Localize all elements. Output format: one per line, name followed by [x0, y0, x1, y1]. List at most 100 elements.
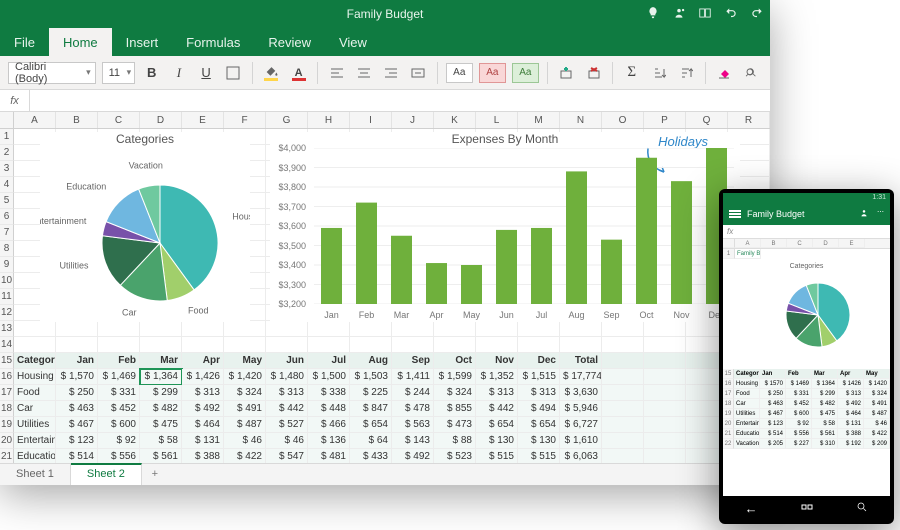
formula-bar[interactable]: fx [0, 90, 770, 112]
cell[interactable] [392, 337, 434, 353]
cell[interactable] [14, 289, 56, 305]
cell[interactable]: $ 466 [308, 417, 350, 433]
cell[interactable] [434, 177, 476, 193]
cell[interactable] [14, 129, 56, 145]
cell[interactable] [140, 289, 182, 305]
cell[interactable]: Dec [518, 353, 560, 369]
cell[interactable] [602, 337, 644, 353]
cell[interactable] [518, 305, 560, 321]
cell[interactable] [98, 177, 140, 193]
cell[interactable]: Jul [308, 353, 350, 369]
cell[interactable]: Food [14, 385, 56, 401]
cell[interactable] [98, 305, 140, 321]
cell[interactable] [266, 273, 308, 289]
cell[interactable] [392, 145, 434, 161]
cell[interactable] [644, 193, 686, 209]
cell[interactable] [224, 145, 266, 161]
cell[interactable] [224, 177, 266, 193]
cell[interactable] [434, 257, 476, 273]
cell[interactable]: Family Budget [56, 129, 98, 145]
cell[interactable] [56, 177, 98, 193]
cell[interactable] [140, 321, 182, 337]
cell[interactable] [224, 209, 266, 225]
cell[interactable]: $ 1,599 [434, 369, 476, 385]
cell[interactable] [686, 145, 728, 161]
tell-me-icon[interactable] [646, 6, 660, 23]
cell[interactable] [14, 337, 56, 353]
delete-cells-button[interactable] [583, 62, 604, 84]
undo-icon[interactable] [724, 6, 738, 23]
column-header[interactable]: E [182, 112, 224, 128]
row-header[interactable]: 8 [0, 241, 14, 257]
cell[interactable] [182, 129, 224, 145]
cell[interactable] [560, 129, 602, 145]
cell[interactable]: $ 473 [434, 417, 476, 433]
row-header[interactable]: 3 [0, 161, 14, 177]
cell[interactable]: $ 654 [350, 417, 392, 433]
cell[interactable] [602, 161, 644, 177]
cell[interactable] [266, 241, 308, 257]
cell[interactable] [224, 129, 266, 145]
autosum-button[interactable]: Σ [621, 62, 642, 84]
cell[interactable] [182, 161, 224, 177]
cell[interactable] [602, 289, 644, 305]
cell[interactable] [644, 385, 686, 401]
cell[interactable] [518, 209, 560, 225]
cell[interactable] [476, 273, 518, 289]
cell[interactable] [56, 209, 98, 225]
column-header[interactable]: D [140, 112, 182, 128]
cell[interactable] [14, 193, 56, 209]
row-header[interactable]: 18 [0, 401, 14, 417]
column-header[interactable]: F [224, 112, 266, 128]
cell[interactable] [644, 449, 686, 463]
cell[interactable] [644, 129, 686, 145]
cell[interactable] [56, 241, 98, 257]
cell[interactable] [476, 209, 518, 225]
cell[interactable]: May [224, 353, 266, 369]
cell[interactable] [140, 193, 182, 209]
cell[interactable] [14, 161, 56, 177]
cell[interactable] [602, 273, 644, 289]
cell[interactable] [476, 257, 518, 273]
cell[interactable]: $ 331 [98, 385, 140, 401]
cell[interactable] [560, 193, 602, 209]
cell[interactable] [98, 225, 140, 241]
cell[interactable] [434, 225, 476, 241]
cell[interactable] [308, 145, 350, 161]
cell[interactable] [644, 241, 686, 257]
cell[interactable] [644, 145, 686, 161]
cell[interactable]: $ 1,570 [56, 369, 98, 385]
cell[interactable]: Total [560, 353, 602, 369]
cell[interactable]: $ 1,500 [308, 369, 350, 385]
clear-button[interactable] [714, 62, 735, 84]
cell[interactable]: $ 527 [266, 417, 308, 433]
cell[interactable] [182, 241, 224, 257]
cell[interactable] [308, 305, 350, 321]
cell[interactable] [140, 145, 182, 161]
cell[interactable] [308, 257, 350, 273]
cell[interactable]: Aug [350, 353, 392, 369]
tab-review[interactable]: Review [254, 28, 325, 56]
cell[interactable] [518, 225, 560, 241]
tab-file[interactable]: File [0, 28, 49, 56]
cell[interactable] [476, 305, 518, 321]
cell[interactable]: $ 481 [308, 449, 350, 463]
cell[interactable]: $ 464 [182, 417, 224, 433]
cell[interactable] [308, 177, 350, 193]
cell[interactable] [392, 305, 434, 321]
cell[interactable] [560, 273, 602, 289]
cell[interactable]: $ 244 [392, 385, 434, 401]
cell[interactable] [350, 225, 392, 241]
cell[interactable]: $ 338 [308, 385, 350, 401]
row-header[interactable]: 17 [0, 385, 14, 401]
cell[interactable] [56, 193, 98, 209]
cell[interactable] [392, 177, 434, 193]
cell[interactable] [56, 145, 98, 161]
cell[interactable] [728, 145, 770, 161]
cell[interactable] [98, 273, 140, 289]
spreadsheet-grid[interactable]: ABCDEFGHIJKLMNOPQR 1Family Budget2345678… [0, 112, 770, 463]
cell[interactable] [434, 145, 476, 161]
cell[interactable]: $ 494 [518, 401, 560, 417]
cell[interactable] [644, 433, 686, 449]
row-header[interactable]: 20 [0, 433, 14, 449]
